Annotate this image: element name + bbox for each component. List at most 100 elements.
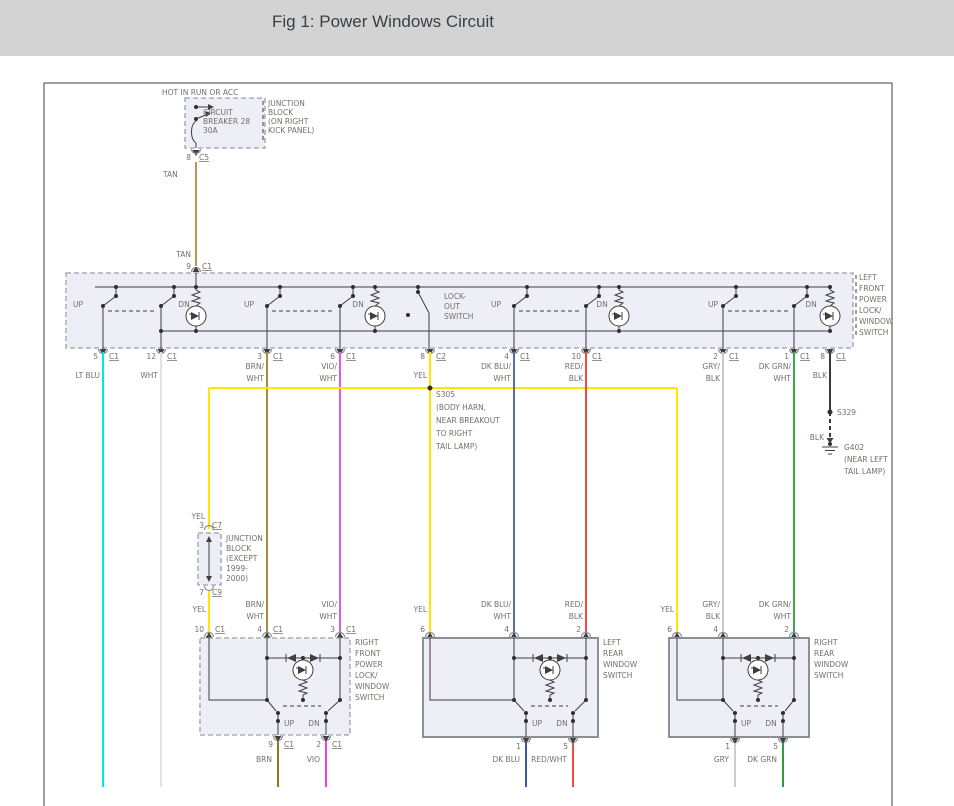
splices-and-ground: S305 (BODY HARN, NEAR BREAKOUT TO RIGHT … — [428, 386, 889, 477]
up-label: UP — [741, 719, 751, 728]
up-label: UP — [532, 719, 542, 728]
wire-color-label: RED/ — [565, 600, 584, 609]
wiring-diagram-page: Fig 1: Power Windows Circuit HOT IN RUN … — [0, 0, 954, 806]
pin-arrow — [193, 267, 200, 273]
component-name: (EXCEPT — [226, 554, 258, 563]
wire-color-label: DK GRN/ — [759, 362, 792, 371]
up-label: UP — [73, 300, 83, 309]
component-name: SWITCH — [603, 671, 632, 680]
pin-number: 7 — [199, 588, 204, 597]
component-name: WINDOW — [355, 682, 390, 691]
junction-block-2: YEL 3 C7 JUNCTION BLOCK (EXCEPT 1999- 20… — [191, 512, 263, 597]
splice-label: TO RIGHT — [435, 429, 473, 438]
pin-number: 8 — [820, 352, 825, 361]
wire-color-label: BLK — [569, 374, 584, 383]
left-rear-switch: UP DN LEFT REAR WINDOW SWITCH 1 5 DK BLU… — [423, 638, 638, 764]
mid-row-labels: YEL BRN/ WHT VIO/ WHT 10C1 4C1 3C1 YEL D… — [192, 600, 799, 638]
component-name: WINDOW — [859, 317, 894, 326]
wire-color-label: WHT — [773, 374, 791, 383]
pin-number: 2 — [576, 625, 581, 634]
splice-label: S305 — [436, 390, 455, 399]
wire-color-label: RED/ — [565, 362, 584, 371]
pin-number: 6 — [330, 352, 335, 361]
wire-color-label: WHT — [493, 612, 511, 621]
right-rear-switch: UP DN RIGHT REAR WINDOW SWITCH 1 5 GRY D… — [669, 638, 849, 764]
right-rear-switch-box — [669, 638, 809, 737]
wire-color-label: BRN/ — [246, 600, 265, 609]
wire-color-label: LT BLU — [75, 371, 100, 380]
feed-circuit-breaker: HOT IN RUN OR ACC CIRCUIT BREAKER 28 30A… — [162, 88, 314, 272]
component-name: SWITCH — [355, 693, 384, 702]
pin-number: 5 — [563, 742, 568, 751]
splice-label: S329 — [837, 408, 856, 417]
wire-color-label: TAN — [162, 170, 178, 179]
connector-ref: C1 — [215, 625, 225, 634]
wire-color-label: YEL — [191, 512, 206, 521]
wire-color-label: BLK — [813, 371, 828, 380]
wire-color-label: RED/WHT — [531, 755, 567, 764]
lockout-label: LOCK- — [444, 292, 466, 301]
pin-number: 2 — [784, 625, 789, 634]
wire-color-label: BLK — [569, 612, 584, 621]
ground-symbol — [822, 447, 838, 454]
title-bar: Fig 1: Power Windows Circuit — [0, 0, 954, 56]
wire-color-label: BRN/ — [246, 362, 265, 371]
pin-number: 10 — [194, 625, 204, 634]
wire-color-label: GRY — [714, 755, 730, 764]
master-pin-labels: 5C1 12C1 3C1 6C1 8C2 4C1 10C1 2C1 1C1 8C… — [93, 352, 846, 361]
up-label: UP — [708, 300, 718, 309]
pin-number: 3 — [330, 625, 335, 634]
ground-label: TAIL LAMP) — [843, 467, 885, 476]
component-name: REAR — [603, 649, 623, 658]
pin-number: 4 — [504, 352, 509, 361]
wire-color-label: WHT — [773, 612, 791, 621]
wire-color-label: GRY/ — [702, 600, 720, 609]
connector-ref: C1 — [346, 625, 356, 634]
ground-label: (NEAR LEFT — [844, 455, 888, 464]
pin-number: 4 — [713, 625, 718, 634]
pin-number: 1 — [725, 742, 730, 751]
component-name: POWER — [859, 295, 887, 304]
component-name: RIGHT — [355, 638, 379, 647]
dn-label: DN — [596, 300, 607, 309]
wire-color-label: YEL — [660, 605, 675, 614]
ground-label: G402 — [844, 443, 864, 452]
splice-label: NEAR BREAKOUT — [436, 416, 500, 425]
splice-label: TAIL LAMP) — [435, 442, 477, 451]
pin-number: 10 — [571, 352, 581, 361]
component-name: RIGHT — [814, 638, 838, 647]
connector-ref: C1 — [202, 262, 212, 271]
component-name: WINDOW — [814, 660, 849, 669]
component-name: SWITCH — [814, 671, 843, 680]
wire-color-label: DK BLU — [492, 755, 520, 764]
wire-color-label: DK BLU/ — [481, 600, 512, 609]
component-name: LEFT — [603, 638, 621, 647]
pin-number: 5 — [93, 352, 98, 361]
pin-number: 9 — [186, 262, 191, 271]
page-title: Fig 1: Power Windows Circuit — [272, 12, 494, 31]
pin-number: 6 — [420, 625, 425, 634]
wire-color-label: DK GRN/ — [759, 600, 792, 609]
component-name: LOCK/ — [355, 671, 378, 680]
dn-label: DN — [308, 719, 319, 728]
connector-ref: C9 — [212, 588, 222, 597]
connector-ref: C1 — [346, 352, 356, 361]
junction-block-label: (ON RIGHT — [268, 117, 309, 126]
dn-label: DN — [178, 300, 189, 309]
pin-number: 5 — [773, 742, 778, 751]
component-name: LEFT — [859, 273, 877, 282]
diagram-canvas: Fig 1: Power Windows Circuit HOT IN RUN … — [0, 0, 954, 806]
pin-number: 4 — [257, 625, 262, 634]
wire-color-label: DK BLU/ — [481, 362, 512, 371]
connector-ref: C1 — [284, 740, 294, 749]
component-name: POWER — [355, 660, 383, 669]
pin-number: 8 — [186, 153, 191, 162]
splice-label: (BODY HARN, — [436, 403, 486, 412]
connector-arcs — [274, 736, 331, 741]
pin-number: 3 — [199, 521, 204, 530]
wire-color-label: YEL — [413, 371, 428, 380]
up-label: UP — [244, 300, 254, 309]
connector-ref: C1 — [109, 352, 119, 361]
connector-arcs — [731, 738, 788, 743]
connector-ref: C1 — [332, 740, 342, 749]
